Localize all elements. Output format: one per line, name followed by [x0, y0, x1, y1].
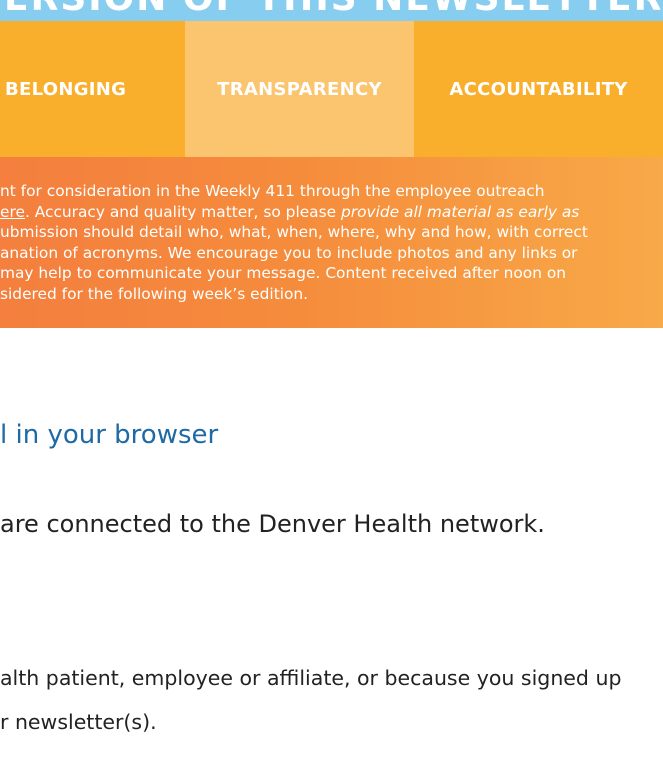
info-line: anation of acronyms. We encourage you to… [0, 243, 578, 262]
network-note: are connected to the Denver Health netwo… [0, 510, 545, 538]
submission-info-band: nt for consideration in the Weekly 411 t… [0, 157, 663, 328]
info-line-text: . Accuracy and quality matter, so please [24, 202, 341, 221]
footer-line: alth patient, employee or affiliate, or … [0, 666, 622, 690]
values-row: BELONGING TRANSPARENCY ACCOUNTABILITY [0, 21, 663, 157]
value-transparency: TRANSPARENCY [185, 21, 414, 157]
info-line: sidered for the following week’s edition… [0, 284, 309, 303]
footer-text: alth patient, employee or affiliate, or … [0, 656, 663, 744]
value-belonging: BELONGING [5, 78, 127, 100]
info-line: nt for consideration in the Weekly 411 t… [0, 182, 545, 200]
banner-heading: ERSION OF THIS NEWSLETTER: [4, 0, 663, 19]
view-in-browser-link[interactable]: l in your browser [0, 420, 218, 450]
submission-info-text: nt for consideration in the Weekly 411 t… [0, 181, 640, 305]
info-line: ubmission should detail who, what, when,… [0, 223, 588, 242]
value-accountability: ACCOUNTABILITY [449, 78, 628, 100]
info-line: ere. Accuracy and quality matter, so ple… [0, 202, 640, 223]
submission-link[interactable]: ere [0, 203, 25, 221]
info-line: may help to communicate your message. Co… [0, 264, 567, 283]
newsletter-version-banner: ERSION OF THIS NEWSLETTER: [0, 0, 663, 21]
footer-line: r newsletter(s). [0, 710, 157, 734]
info-line-emphasis: provide all material as early as [341, 202, 580, 221]
